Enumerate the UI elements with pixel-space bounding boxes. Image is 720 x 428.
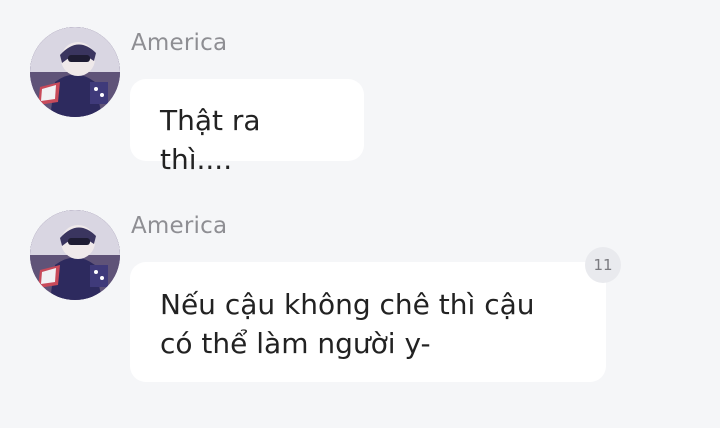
sender-name: America	[131, 30, 228, 56]
sender-name: America	[131, 213, 228, 239]
message-text: Thật ra thì....	[160, 104, 261, 176]
message-bubble[interactable]: Nếu cậu không chê thì cậu có thể làm ngư…	[130, 262, 606, 382]
chat-thread: America Thật ra thì.... America Nếu cậu	[0, 0, 720, 428]
message-text-line: Nếu cậu không chê thì cậu	[160, 288, 535, 321]
avatar[interactable]	[30, 210, 120, 300]
comment-count-badge[interactable]: 11	[585, 247, 621, 283]
message-text-line: có thể làm người y-	[160, 327, 431, 360]
avatar-image	[30, 27, 120, 117]
avatar[interactable]	[30, 27, 120, 117]
avatar-image	[30, 210, 120, 300]
message-bubble[interactable]: Thật ra thì....	[130, 79, 364, 176]
